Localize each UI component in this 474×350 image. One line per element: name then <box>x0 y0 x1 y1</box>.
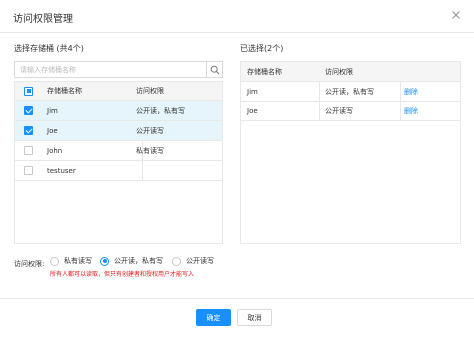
ok-button[interactable]: 确定 <box>196 309 231 326</box>
search-button[interactable] <box>206 62 223 77</box>
bucket-permission: 公开读写 <box>136 126 164 135</box>
search-icon <box>210 65 220 74</box>
close-icon[interactable] <box>449 8 463 22</box>
radio-public-read-private-write[interactable]: 公开读，私有写 <box>100 256 163 266</box>
bucket-name: Joe <box>47 126 58 135</box>
bucket-name: testuser <box>47 166 76 175</box>
radio-button[interactable] <box>50 256 59 266</box>
permission-label: 访问权限: <box>14 260 45 268</box>
footer-divider <box>0 298 474 299</box>
radio-label: 公开读写 <box>186 257 214 265</box>
bucket-row-jim[interactable]: Jim 公开读，私有写 <box>15 101 222 121</box>
delete-link[interactable]: 删除 <box>404 82 418 101</box>
bucket-row-joe[interactable]: Joe 公开读写 <box>15 121 222 141</box>
bucket-name: Joe <box>247 107 258 115</box>
radio-button[interactable] <box>100 256 109 266</box>
bucket-table-header: 存储桶名称 访问权限 <box>15 82 222 101</box>
bucket-search-input[interactable] <box>15 62 205 77</box>
column-bucket-name: 存储桶名称 <box>247 67 282 76</box>
bucket-permission: 公开读，私有写 <box>136 106 185 115</box>
row-checkbox[interactable] <box>24 126 33 135</box>
delete-link[interactable]: 删除 <box>404 102 418 120</box>
dialog-title: 访问权限管理 <box>13 14 73 25</box>
row-checkbox[interactable] <box>24 106 33 115</box>
bucket-row-testuser[interactable]: testuser <box>15 161 222 181</box>
radio-label: 私有读写 <box>64 257 92 265</box>
selected-row-joe: Joe 公开读写 删除 <box>241 102 460 121</box>
column-permission: 访问权限 <box>136 87 164 95</box>
bucket-permission: 公开读，私有写 <box>325 87 374 96</box>
selected-table: 存储桶名称 访问权限 Jim 公开读，私有写 删除 Joe 公开读写 删除 <box>240 61 461 244</box>
selected-table-header: 存储桶名称 访问权限 <box>241 62 460 82</box>
bucket-name: Jim <box>47 106 58 115</box>
select-all-checkbox[interactable] <box>24 86 33 96</box>
bucket-table: 存储桶名称 访问权限 Jim 公开读，私有写 Joe 公开读写 John 私有读… <box>14 81 223 244</box>
radio-private-rw[interactable]: 私有读写 <box>50 256 92 266</box>
radio-button[interactable] <box>172 256 181 266</box>
row-checkbox[interactable] <box>24 166 33 175</box>
bucket-row-john[interactable]: John 私有读写 <box>15 141 222 161</box>
bucket-permission: 私有读写 <box>136 146 164 155</box>
cancel-button[interactable]: 取消 <box>237 309 272 326</box>
bucket-name: Jim <box>247 87 258 96</box>
bucket-search <box>14 61 223 78</box>
bucket-select-label: 选择存储桶 (共4个) <box>14 44 84 53</box>
radio-public-rw[interactable]: 公开读写 <box>172 256 214 266</box>
row-checkbox[interactable] <box>24 146 33 155</box>
column-permission: 访问权限 <box>325 67 353 76</box>
dialog-header: 访问权限管理 <box>0 0 474 33</box>
radio-label: 公开读，私有写 <box>114 257 163 265</box>
selected-label: 已选择(2个) <box>240 44 284 53</box>
access-permission-dialog: 访问权限管理 选择存储桶 (共4个) 存储桶名称 访问权限 Jim 公开读，私有… <box>0 0 474 350</box>
permission-warning: 所有人都可以读取，但只有创建者和授权用户才能写入 <box>50 271 195 278</box>
selected-row-jim: Jim 公开读，私有写 删除 <box>241 82 460 102</box>
bucket-permission: 公开读写 <box>325 107 353 115</box>
column-bucket-name: 存储桶名称 <box>47 87 82 95</box>
bucket-name: John <box>47 146 63 155</box>
